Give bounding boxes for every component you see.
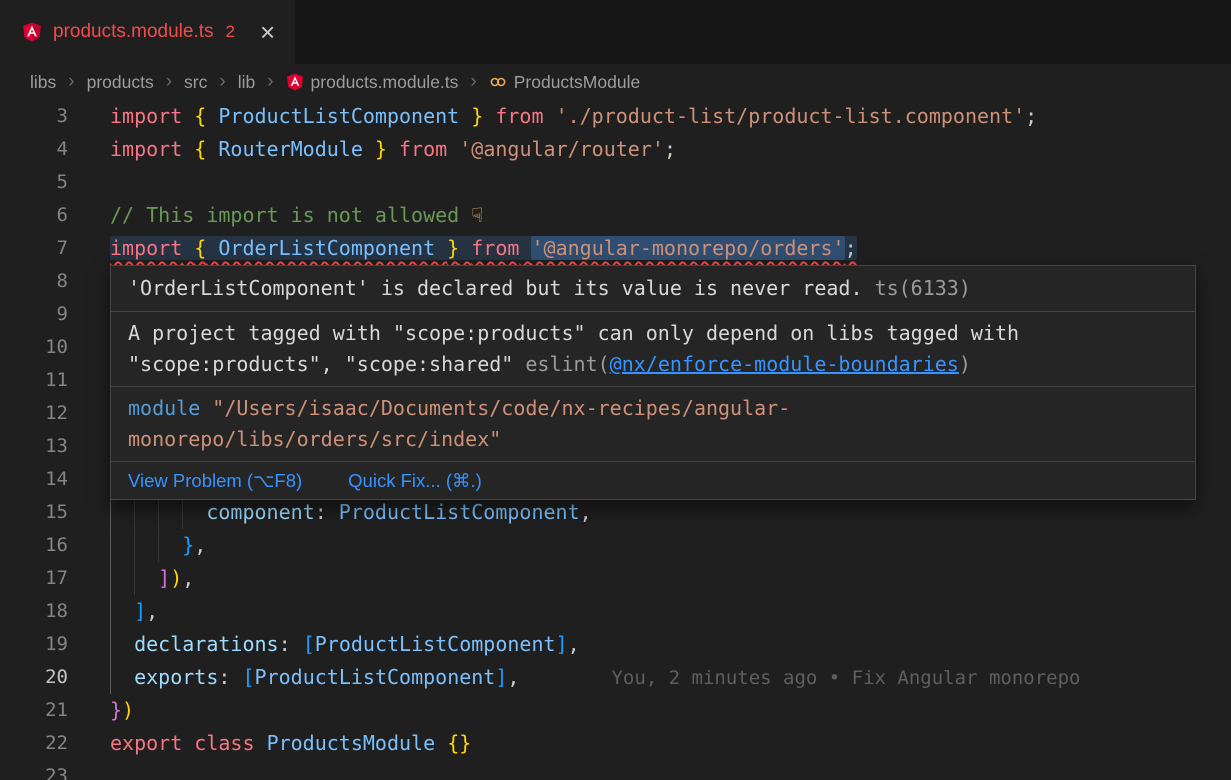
line-number: 8: [0, 265, 68, 298]
breadcrumb-item-src[interactable]: src: [184, 72, 207, 93]
code-row-17[interactable]: 17 ]),: [0, 562, 1231, 595]
indent-guide: [110, 595, 111, 628]
quick-fix-action[interactable]: Quick Fix... (⌘.): [348, 465, 482, 496]
tab-bar: products.module.ts 2 ×: [0, 0, 1231, 64]
indent-guide: [110, 628, 111, 661]
breadcrumb-symbol-label: ProductsModule: [514, 72, 640, 93]
indent-guide: [158, 496, 159, 529]
breadcrumb-item-file[interactable]: products.module.ts: [286, 72, 459, 93]
line-number: 11: [0, 364, 68, 397]
line-number: 12: [0, 397, 68, 430]
line-number: 6: [0, 199, 68, 232]
line-number: 22: [0, 727, 68, 760]
indent-guide: [110, 661, 111, 694]
line-number: 15: [0, 496, 68, 529]
chevron-right-icon: ›: [166, 71, 172, 93]
line-number: 4: [0, 133, 68, 166]
ts-message-source: ts(6133): [875, 276, 971, 300]
line-number: 23: [0, 760, 68, 780]
line-number: 13: [0, 430, 68, 463]
line-number: 18: [0, 595, 68, 628]
hover-eslint-message: A project tagged with "scope:products" c…: [111, 311, 1195, 386]
view-problem-action[interactable]: View Problem (⌥F8): [128, 465, 302, 496]
line-number: 16: [0, 529, 68, 562]
code-row-22[interactable]: 22export class ProductsModule {}: [0, 727, 1231, 760]
breadcrumb-item-libs[interactable]: libs: [30, 72, 56, 93]
hover-module-info: module "/Users/isaac/Documents/code/nx-r…: [111, 386, 1195, 461]
breadcrumb-item-symbol[interactable]: ProductsModule: [489, 72, 640, 93]
indent-guide: [134, 496, 135, 529]
indent-guide: [110, 496, 111, 529]
indent-guide: [134, 529, 135, 562]
code-row-3[interactable]: 3import { ProductListComponent } from '.…: [0, 100, 1231, 133]
line-number: 19: [0, 628, 68, 661]
line-number: 21: [0, 694, 68, 727]
code-row-21[interactable]: 21}): [0, 694, 1231, 727]
chevron-right-icon: ›: [470, 71, 476, 93]
indent-guide: [110, 562, 111, 595]
breadcrumb-item-products[interactable]: products: [87, 72, 154, 93]
code-row-20[interactable]: 20 exports: [ProductListComponent],You, …: [0, 661, 1231, 694]
indent-guide: [182, 496, 183, 529]
code-row-18[interactable]: 18 ],: [0, 595, 1231, 628]
indent-guide: [158, 529, 159, 562]
tab-title: products.module.ts: [53, 21, 214, 43]
eslint-rule-link[interactable]: @nx/enforce-module-boundaries: [610, 352, 959, 376]
indent-guide: [110, 529, 111, 562]
breadcrumb-file-label: products.module.ts: [311, 72, 459, 93]
code-row-19[interactable]: 19 declarations: [ProductListComponent],: [0, 628, 1231, 661]
line-number: 10: [0, 331, 68, 364]
vscode-window: products.module.ts 2 × libs › products ›…: [0, 0, 1231, 780]
hover-status-bar: View Problem (⌥F8) Quick Fix... (⌘.): [111, 461, 1195, 499]
line-number: 14: [0, 463, 68, 496]
code-row-5[interactable]: 5: [0, 166, 1231, 199]
line-number: 7: [0, 232, 68, 265]
line-number: 3: [0, 100, 68, 133]
ts-message-text: 'OrderListComponent' is declared but its…: [128, 276, 863, 300]
code-row-15[interactable]: 15 component: ProductListComponent,: [0, 496, 1231, 529]
chevron-right-icon: ›: [267, 71, 273, 93]
code-row-16[interactable]: 16 },: [0, 529, 1231, 562]
breadcrumb: libs › products › src › lib › products.m…: [0, 64, 1231, 100]
chevron-right-icon: ›: [68, 71, 74, 93]
indent-guide: [134, 562, 135, 595]
git-blame-annotation: You, 2 minutes ago • Fix Angular monorep…: [611, 667, 1080, 689]
line-number: 9: [0, 298, 68, 331]
code-row-7[interactable]: 7 import { OrderListComponent } from '@an…: [0, 232, 1231, 265]
error-squiggle-range: import { OrderListComponent } from '@ang…: [110, 236, 857, 260]
tab-problem-count: 2: [226, 22, 235, 42]
chevron-right-icon: ›: [219, 71, 225, 93]
line-number: 17: [0, 562, 68, 595]
line-number: 5: [0, 166, 68, 199]
editor[interactable]: 3import { ProductListComponent } from '.…: [0, 100, 1231, 780]
close-icon[interactable]: ×: [260, 19, 275, 45]
code-row-4[interactable]: 4import { RouterModule } from '@angular/…: [0, 133, 1231, 166]
code-row-6[interactable]: 6// This import is not allowed ☟: [0, 199, 1231, 232]
hover-popup: 'OrderListComponent' is declared but its…: [110, 265, 1196, 500]
eslint-message-line2: "scope:products", "scope:shared" eslint(…: [128, 349, 1178, 380]
class-symbol-icon: [489, 73, 507, 91]
angular-icon: [22, 22, 42, 42]
tab-products-module-ts[interactable]: products.module.ts 2 ×: [0, 0, 295, 64]
hover-ts-message: 'OrderListComponent' is declared but its…: [111, 266, 1195, 311]
code-row-23[interactable]: 23: [0, 760, 1231, 780]
line-number: 20: [0, 661, 68, 694]
angular-icon: [286, 73, 304, 91]
eslint-message-line1: A project tagged with "scope:products" c…: [128, 318, 1178, 349]
module-keyword: module: [128, 396, 200, 420]
breadcrumb-item-lib[interactable]: lib: [238, 72, 256, 93]
